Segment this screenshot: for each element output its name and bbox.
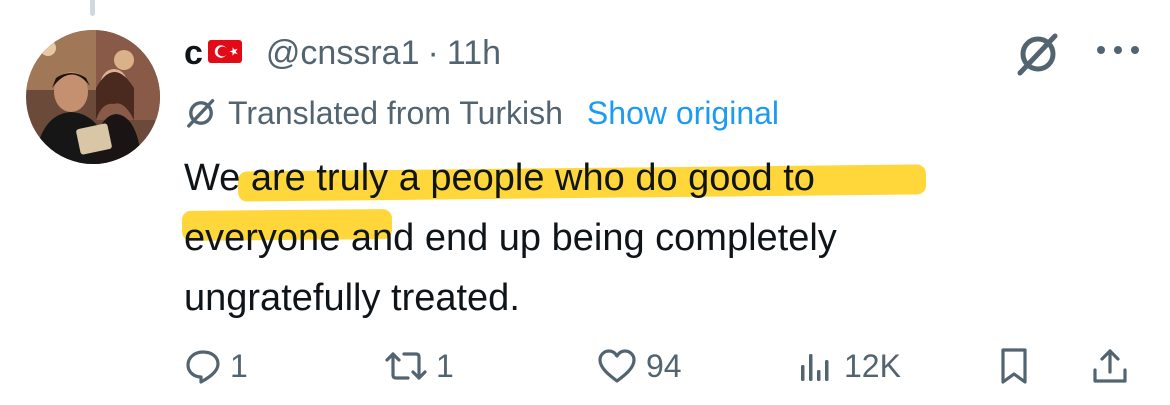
grok-icon — [184, 96, 218, 130]
post-timestamp[interactable]: 11h — [447, 34, 501, 73]
more-icon — [1097, 46, 1139, 54]
tweet-text-line: ungratefully treated. — [184, 277, 520, 319]
header-separator: · — [427, 33, 439, 72]
reply-icon — [186, 350, 220, 384]
views-icon — [801, 354, 829, 381]
tweet-text: We are truly a people who do good to eve… — [184, 148, 1144, 328]
avatar[interactable] — [26, 30, 160, 164]
views-button[interactable]: 12K — [796, 340, 901, 392]
bookmark-icon — [1001, 348, 1027, 384]
translation-bar: Translated from Turkish Show original — [184, 90, 779, 136]
repost-button[interactable]: 1 — [384, 340, 454, 392]
display-name[interactable]: c — [184, 34, 204, 73]
repost-icon — [385, 352, 427, 380]
reply-button[interactable]: 1 — [184, 340, 248, 392]
share-icon — [1093, 349, 1127, 383]
heart-icon — [598, 349, 636, 383]
reply-count: 1 — [230, 347, 248, 384]
translation-label: Translated from Turkish — [228, 94, 563, 131]
more-options-button[interactable] — [1088, 30, 1148, 70]
repost-count: 1 — [436, 347, 454, 384]
user-handle[interactable]: @cnssra1 — [266, 34, 420, 73]
views-count: 12K — [844, 347, 901, 384]
avatar-photo — [26, 30, 160, 164]
tweet-text-line: We are truly a people who do good to — [184, 157, 815, 199]
grok-icon — [1017, 33, 1058, 76]
turkey-flag-icon — [207, 39, 242, 63]
tweet-text-line: everyone and end up being completely — [184, 217, 837, 259]
like-button[interactable]: 94 — [596, 340, 682, 392]
grok-button[interactable] — [1010, 26, 1066, 82]
thread-connector-line — [90, 0, 95, 16]
tweet-header: c @cnssra1 · 11h — [184, 28, 501, 78]
bookmark-button[interactable] — [996, 340, 1032, 392]
show-original-link[interactable]: Show original — [587, 95, 779, 132]
share-button[interactable] — [1090, 340, 1130, 392]
action-bar: 1 1 94 12K — [184, 340, 1144, 392]
like-count: 94 — [646, 347, 682, 384]
